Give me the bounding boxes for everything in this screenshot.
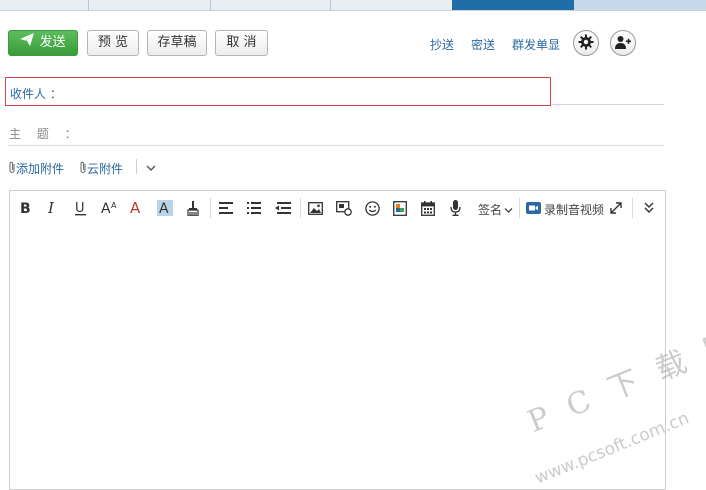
- attachment-divider: [136, 159, 137, 174]
- send-button[interactable]: 发送: [8, 30, 78, 56]
- underline-icon[interactable]: U: [73, 199, 89, 217]
- align-left-icon[interactable]: [218, 199, 234, 217]
- format-brush-icon[interactable]: [185, 199, 201, 217]
- tab-3[interactable]: [210, 0, 331, 10]
- cc-link[interactable]: 抄送: [430, 36, 454, 53]
- svg-text:A: A: [111, 201, 117, 210]
- add-attachment-label: 添加附件: [16, 162, 65, 176]
- add-contact-icon: [615, 35, 631, 52]
- italic-icon[interactable]: I: [45, 199, 61, 217]
- toolbar-divider: [210, 198, 211, 218]
- svg-text:A: A: [159, 201, 169, 216]
- subject-input-line[interactable]: [8, 145, 664, 146]
- svg-text:A: A: [130, 201, 141, 215]
- record-media-label: 录制音视频: [544, 203, 605, 217]
- signature-label: 签名: [478, 203, 503, 217]
- subject-label: 主 题 ：: [9, 127, 83, 141]
- calendar-icon[interactable]: [420, 199, 436, 217]
- signature-dropdown[interactable]: 签名: [478, 201, 513, 218]
- tab-1[interactable]: [0, 0, 89, 10]
- cloud-attachment-label: 云附件: [87, 162, 124, 176]
- cloud-attachment-link[interactable]: 云附件: [79, 160, 123, 177]
- emoji-icon[interactable]: [364, 199, 380, 217]
- add-contact-button[interactable]: [610, 30, 636, 56]
- tab-strip-fill: [574, 0, 706, 10]
- separate-send-link[interactable]: 群发单显: [512, 36, 560, 53]
- bcc-link[interactable]: 密送: [471, 36, 495, 53]
- svg-text:I: I: [47, 201, 55, 215]
- tab-compose-active[interactable]: [452, 0, 574, 10]
- chevron-down-icon[interactable]: [146, 161, 156, 175]
- voice-icon[interactable]: [448, 199, 462, 217]
- svg-text:B: B: [20, 201, 31, 215]
- top-tab-strip: [0, 0, 706, 11]
- double-chevron-down-icon[interactable]: [642, 199, 656, 217]
- save-draft-button[interactable]: 存草稿: [147, 30, 207, 56]
- message-editor[interactable]: B I U AA A A 签名 录制音视频: [9, 190, 666, 490]
- toolbar-divider: [632, 198, 633, 218]
- fullscreen-icon[interactable]: [609, 199, 623, 217]
- gear-icon: [578, 34, 594, 53]
- chevron-down-icon: [504, 203, 513, 217]
- tab-2[interactable]: [88, 0, 211, 10]
- recipient-field[interactable]: 收件人 ：: [5, 77, 551, 106]
- settings-button[interactable]: [573, 30, 599, 56]
- highlight-color-icon[interactable]: A: [156, 199, 174, 217]
- screenshot-icon[interactable]: [335, 199, 353, 217]
- paper-plane-icon: [20, 31, 35, 55]
- image-icon[interactable]: [307, 199, 323, 217]
- recipient-underline: [551, 104, 664, 105]
- font-size-icon[interactable]: AA: [100, 199, 120, 217]
- paperclip-icon: [8, 161, 16, 177]
- svg-text:U: U: [75, 201, 85, 216]
- toolbar-divider: [300, 198, 301, 218]
- bold-icon[interactable]: B: [18, 199, 34, 217]
- record-media-button[interactable]: 录制音视频: [526, 201, 604, 218]
- preview-button[interactable]: 预 览: [87, 30, 139, 56]
- svg-text:A: A: [101, 201, 111, 215]
- stationery-icon[interactable]: [392, 199, 408, 217]
- tab-4[interactable]: [330, 0, 453, 10]
- toolbar-divider: [519, 198, 520, 218]
- outdent-icon[interactable]: [274, 199, 292, 217]
- font-color-icon[interactable]: A: [129, 199, 145, 217]
- bullet-list-icon[interactable]: [246, 199, 262, 217]
- video-camera-icon: [526, 202, 541, 217]
- send-label: 发送: [39, 35, 66, 50]
- paperclip-icon: [79, 161, 87, 177]
- cancel-button[interactable]: 取 消: [215, 30, 268, 56]
- recipient-label: 收件人 ：: [10, 87, 62, 101]
- add-attachment-link[interactable]: 添加附件: [8, 160, 64, 177]
